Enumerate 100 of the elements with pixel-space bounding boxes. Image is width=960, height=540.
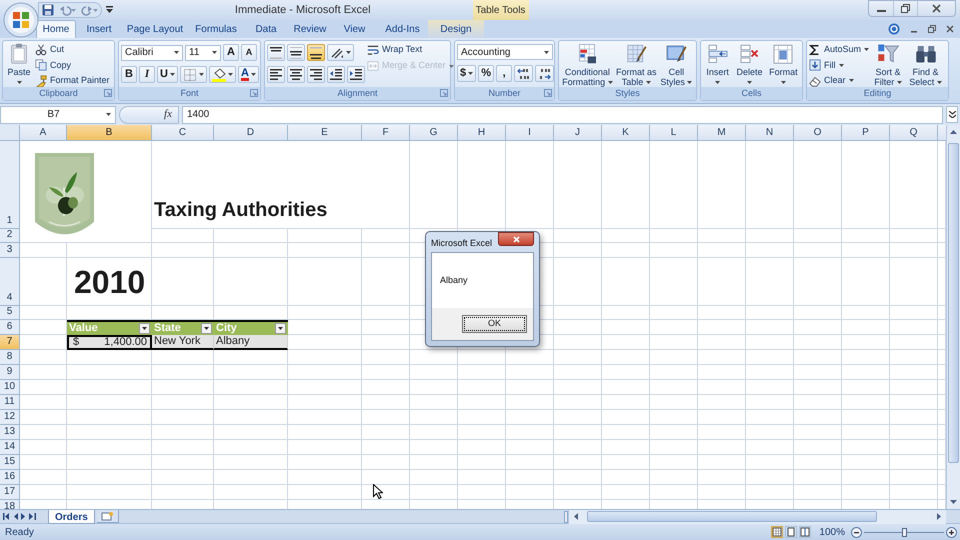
sheet-cell[interactable] xyxy=(890,258,938,306)
sheet-cell[interactable] xyxy=(214,306,288,320)
row-header[interactable]: 12 xyxy=(0,410,20,425)
sheet-cell[interactable] xyxy=(554,440,602,455)
sheet-cell[interactable] xyxy=(410,395,458,410)
formula-field[interactable]: 1400 xyxy=(182,106,943,124)
sheet-cell[interactable] xyxy=(67,306,152,320)
sheet-cell[interactable] xyxy=(698,320,746,335)
ok-button[interactable]: OK xyxy=(462,315,527,333)
sheet-cell[interactable] xyxy=(794,440,842,455)
dialog-launcher-button[interactable] xyxy=(544,89,552,97)
sheet-cell[interactable] xyxy=(602,470,650,485)
sheet-cell[interactable] xyxy=(458,485,506,500)
dialog-launcher-button[interactable] xyxy=(440,89,448,97)
sheet-cell[interactable] xyxy=(890,350,938,365)
sheet-cell[interactable] xyxy=(746,365,794,380)
expand-button[interactable] xyxy=(946,106,958,123)
sheet-cell[interactable] xyxy=(554,229,602,243)
sheet-cell[interactable] xyxy=(288,380,362,395)
row-header[interactable]: 15 xyxy=(0,455,20,470)
sheet-cell[interactable] xyxy=(20,440,67,455)
ribbon-tab[interactable]: Add-Ins xyxy=(377,20,428,38)
sheet-cell[interactable] xyxy=(214,470,288,485)
sheet-cell[interactable] xyxy=(67,365,152,380)
help-button[interactable] xyxy=(888,23,900,35)
toolbar-button[interactable]: $ xyxy=(457,65,476,82)
filter-button[interactable] xyxy=(275,323,286,334)
sheet-cell[interactable] xyxy=(410,440,458,455)
column-header[interactable]: J xyxy=(554,125,602,141)
sheet-cell[interactable] xyxy=(842,410,890,425)
sheet-cell[interactable] xyxy=(842,395,890,410)
sheet-cell[interactable] xyxy=(214,410,288,425)
sheet-cell[interactable] xyxy=(890,395,938,410)
sheet-cell[interactable] xyxy=(458,141,506,229)
column-header[interactable]: L xyxy=(650,125,698,141)
sheet-cell[interactable] xyxy=(602,243,650,258)
column-header[interactable]: I xyxy=(506,125,554,141)
sheet-cell[interactable] xyxy=(67,380,152,395)
sheet-cell[interactable] xyxy=(554,350,602,365)
ribbon-button[interactable]: Clear xyxy=(809,74,870,88)
sheet-cell[interactable] xyxy=(362,410,410,425)
row-header[interactable]: 18 xyxy=(0,500,20,509)
sheet-cell[interactable] xyxy=(362,350,410,365)
sheet-cell[interactable] xyxy=(458,395,506,410)
sheet-cell[interactable] xyxy=(214,395,288,410)
sheet-cell[interactable] xyxy=(20,485,67,500)
dropdown-field[interactable]: Calibri xyxy=(121,44,183,60)
sheet-cell[interactable] xyxy=(20,455,67,470)
ribbon-tab[interactable]: Page Layout xyxy=(122,20,188,38)
sheet-cell[interactable] xyxy=(698,470,746,485)
page-layout-view-button[interactable] xyxy=(785,526,798,538)
column-header[interactable]: C xyxy=(152,125,214,141)
ribbon-button[interactable]: Delete xyxy=(734,42,765,87)
sheet-cell[interactable] xyxy=(650,335,698,350)
sheet-cell[interactable] xyxy=(698,425,746,440)
sheet-cell[interactable] xyxy=(410,350,458,365)
sheet-cell[interactable] xyxy=(602,306,650,320)
page-break-view-button[interactable] xyxy=(799,526,812,538)
sheet-cell[interactable] xyxy=(152,306,214,320)
sheet-cell[interactable] xyxy=(554,470,602,485)
sheet-cell[interactable] xyxy=(20,410,67,425)
sheet-cell[interactable] xyxy=(410,425,458,440)
ribbon-tab[interactable]: Formulas xyxy=(188,20,244,38)
sheet-cell[interactable] xyxy=(842,425,890,440)
toolbar-button[interactable]: A xyxy=(223,44,239,61)
sheet-cell[interactable] xyxy=(746,455,794,470)
sheet-cell[interactable] xyxy=(554,258,602,306)
sheet-cell[interactable] xyxy=(890,410,938,425)
sheet-cell[interactable] xyxy=(602,380,650,395)
sheet-cell[interactable] xyxy=(746,425,794,440)
toolbar-button[interactable] xyxy=(307,44,325,61)
dialog-launcher-button[interactable] xyxy=(250,89,258,97)
sheet-cell[interactable] xyxy=(746,350,794,365)
sheet-cell[interactable] xyxy=(152,440,214,455)
sheet-cell[interactable] xyxy=(506,365,554,380)
sheet-cell[interactable] xyxy=(794,365,842,380)
sheet-cell[interactable] xyxy=(506,141,554,229)
sheet-cell[interactable] xyxy=(506,425,554,440)
toolbar-button[interactable] xyxy=(535,65,554,82)
sheet-cell[interactable] xyxy=(698,410,746,425)
column-header[interactable]: H xyxy=(458,125,506,141)
toolbar-button[interactable] xyxy=(327,44,354,61)
sheet-cell[interactable] xyxy=(67,243,152,258)
column-header[interactable]: N xyxy=(746,125,794,141)
select-all-button[interactable] xyxy=(0,125,20,141)
ribbon-button[interactable]: Conditional Formatting xyxy=(561,42,614,87)
sheet-cell[interactable] xyxy=(794,455,842,470)
sheet-cell[interactable] xyxy=(67,350,152,365)
sheet-cell[interactable] xyxy=(746,243,794,258)
sheet-cell[interactable] xyxy=(458,350,506,365)
sheet-cell[interactable] xyxy=(794,470,842,485)
row-header[interactable]: 8 xyxy=(0,350,20,365)
sheet-cell[interactable] xyxy=(506,440,554,455)
sheet-cell[interactable] xyxy=(650,350,698,365)
sheet-cell[interactable] xyxy=(152,350,214,365)
sheet-cell[interactable] xyxy=(602,365,650,380)
sheet-cell[interactable] xyxy=(698,365,746,380)
row-header[interactable]: 9 xyxy=(0,365,20,380)
sheet-cell[interactable] xyxy=(554,455,602,470)
sheet-cell[interactable] xyxy=(20,350,67,365)
